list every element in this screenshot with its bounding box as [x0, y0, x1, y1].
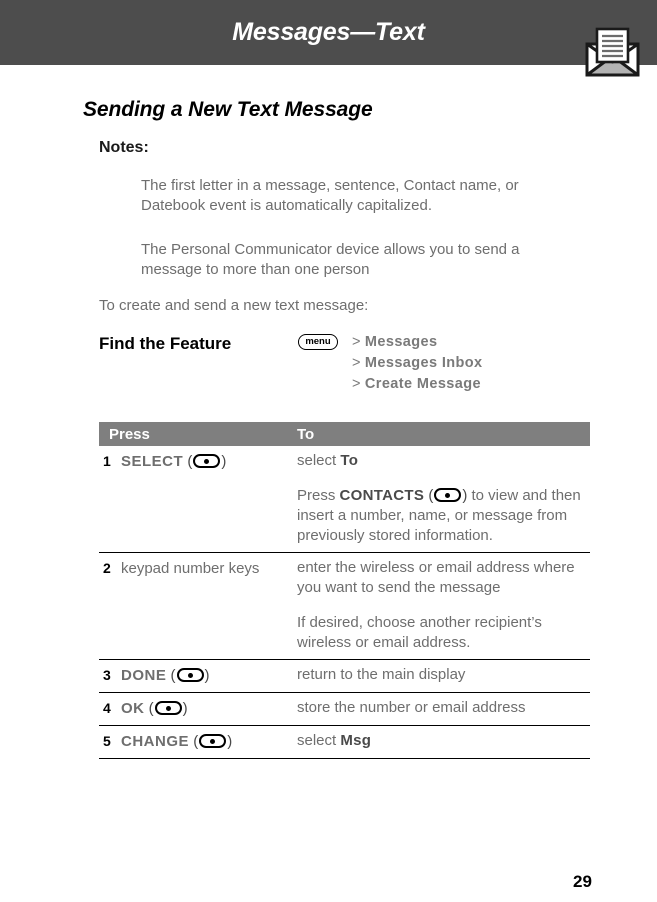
find-the-feature-step: > Messages [352, 332, 483, 353]
step-press-cell: keypad number keys [121, 560, 260, 577]
to-text-pre: Press [297, 487, 340, 504]
step-to-cell: store the number or email address [297, 698, 590, 719]
step-to-paragraph: return to the main display [297, 666, 466, 683]
page-title: Messages—Text [232, 18, 425, 46]
paren-open: ( [187, 453, 193, 470]
step-number: 5 [103, 733, 111, 749]
step-number: 1 [103, 453, 111, 469]
envelope-document-icon [585, 26, 640, 77]
step-label: Messages Inbox [364, 355, 483, 371]
round-select-key-icon[interactable] [199, 734, 227, 748]
procedure-table: Press To 1 SELECT () select To Press CON… [99, 422, 590, 759]
page-number: 29 [573, 872, 592, 891]
intro-text: To create and send a new text message: [99, 297, 369, 314]
step-to-paragraph: If desired, choose another recipient’s w… [297, 614, 542, 651]
step-label: Create Message [364, 376, 481, 392]
step-to-paragraph: select To [297, 451, 590, 471]
paren-close: ) [182, 700, 188, 717]
to-text-emph: Msg [340, 732, 372, 749]
step-press-cell: OK () [121, 698, 297, 719]
find-the-feature-steps: > Messages > Messages Inbox > Create Mes… [352, 332, 483, 395]
column-header-to: To [297, 425, 315, 443]
to-text-pre: select [297, 732, 341, 749]
step-to-paragraph: enter the wireless or email address wher… [297, 559, 575, 596]
step-number: 4 [103, 700, 111, 716]
note-item: The first letter in a message, sentence,… [141, 177, 519, 214]
table-row: 1 SELECT () select To Press CONTACTS () … [99, 446, 590, 553]
round-select-key-icon[interactable] [154, 701, 182, 715]
paren-open: ( [170, 667, 176, 684]
paren-close: ) [227, 733, 233, 750]
to-text-emph: CONTACTS [339, 487, 425, 504]
softkey-label: CHANGE [121, 733, 190, 750]
paren-open: ( [193, 733, 199, 750]
table-row: 2 keypad number keys enter the wireless … [99, 553, 590, 660]
menu-key-icon[interactable]: menu [298, 334, 338, 350]
step-press-cell: CHANGE () [121, 731, 297, 752]
step-label: Messages [364, 334, 438, 350]
find-the-feature-step: > Create Message [352, 374, 483, 395]
step-to-cell: return to the main display [297, 665, 590, 686]
step-arrow: > [352, 376, 361, 392]
paren-close: ) [204, 667, 210, 684]
section-heading: Sending a New Text Message [83, 98, 373, 121]
table-row: 4 OK () store the number or email addres… [99, 693, 590, 726]
paren-open: ( [428, 487, 434, 504]
step-to-paragraph: Press CONTACTS () to view and then inser… [297, 486, 590, 546]
column-header-press: Press [109, 425, 150, 443]
round-select-key-icon[interactable] [176, 668, 204, 682]
step-to-paragraph: select Msg [297, 731, 590, 751]
step-press-cell: SELECT () [121, 451, 297, 546]
step-to-cell: select Msg [297, 731, 590, 752]
notes-label: Notes: [99, 139, 149, 156]
to-text-pre: select [297, 452, 341, 469]
round-select-key-icon[interactable] [193, 454, 221, 468]
step-number: 3 [103, 667, 111, 683]
softkey-label: OK [121, 700, 145, 717]
step-to-cell: select To Press CONTACTS () to view and … [297, 451, 590, 546]
table-header-row: Press To [99, 422, 590, 446]
step-arrow: > [352, 355, 361, 371]
table-row: 5 CHANGE () select Msg [99, 726, 590, 759]
step-number: 2 [103, 560, 111, 576]
to-text-emph: To [340, 452, 359, 469]
softkey-label: SELECT [121, 453, 184, 470]
step-to-paragraph: store the number or email address [297, 699, 526, 716]
paren-close: ) [221, 453, 227, 470]
round-select-key-icon[interactable] [434, 488, 462, 502]
step-to-cell: enter the wireless or email address wher… [297, 558, 590, 653]
softkey-label: DONE [121, 667, 167, 684]
step-press-cell: DONE () [121, 665, 297, 686]
paren-open: ( [148, 700, 154, 717]
find-the-feature-step: > Messages Inbox [352, 353, 483, 374]
find-the-feature-label: Find the Feature [99, 334, 232, 353]
note-item: The Personal Communicator device allows … [141, 241, 520, 278]
step-arrow: > [352, 334, 361, 350]
table-row: 3 DONE () return to the main display [99, 660, 590, 693]
